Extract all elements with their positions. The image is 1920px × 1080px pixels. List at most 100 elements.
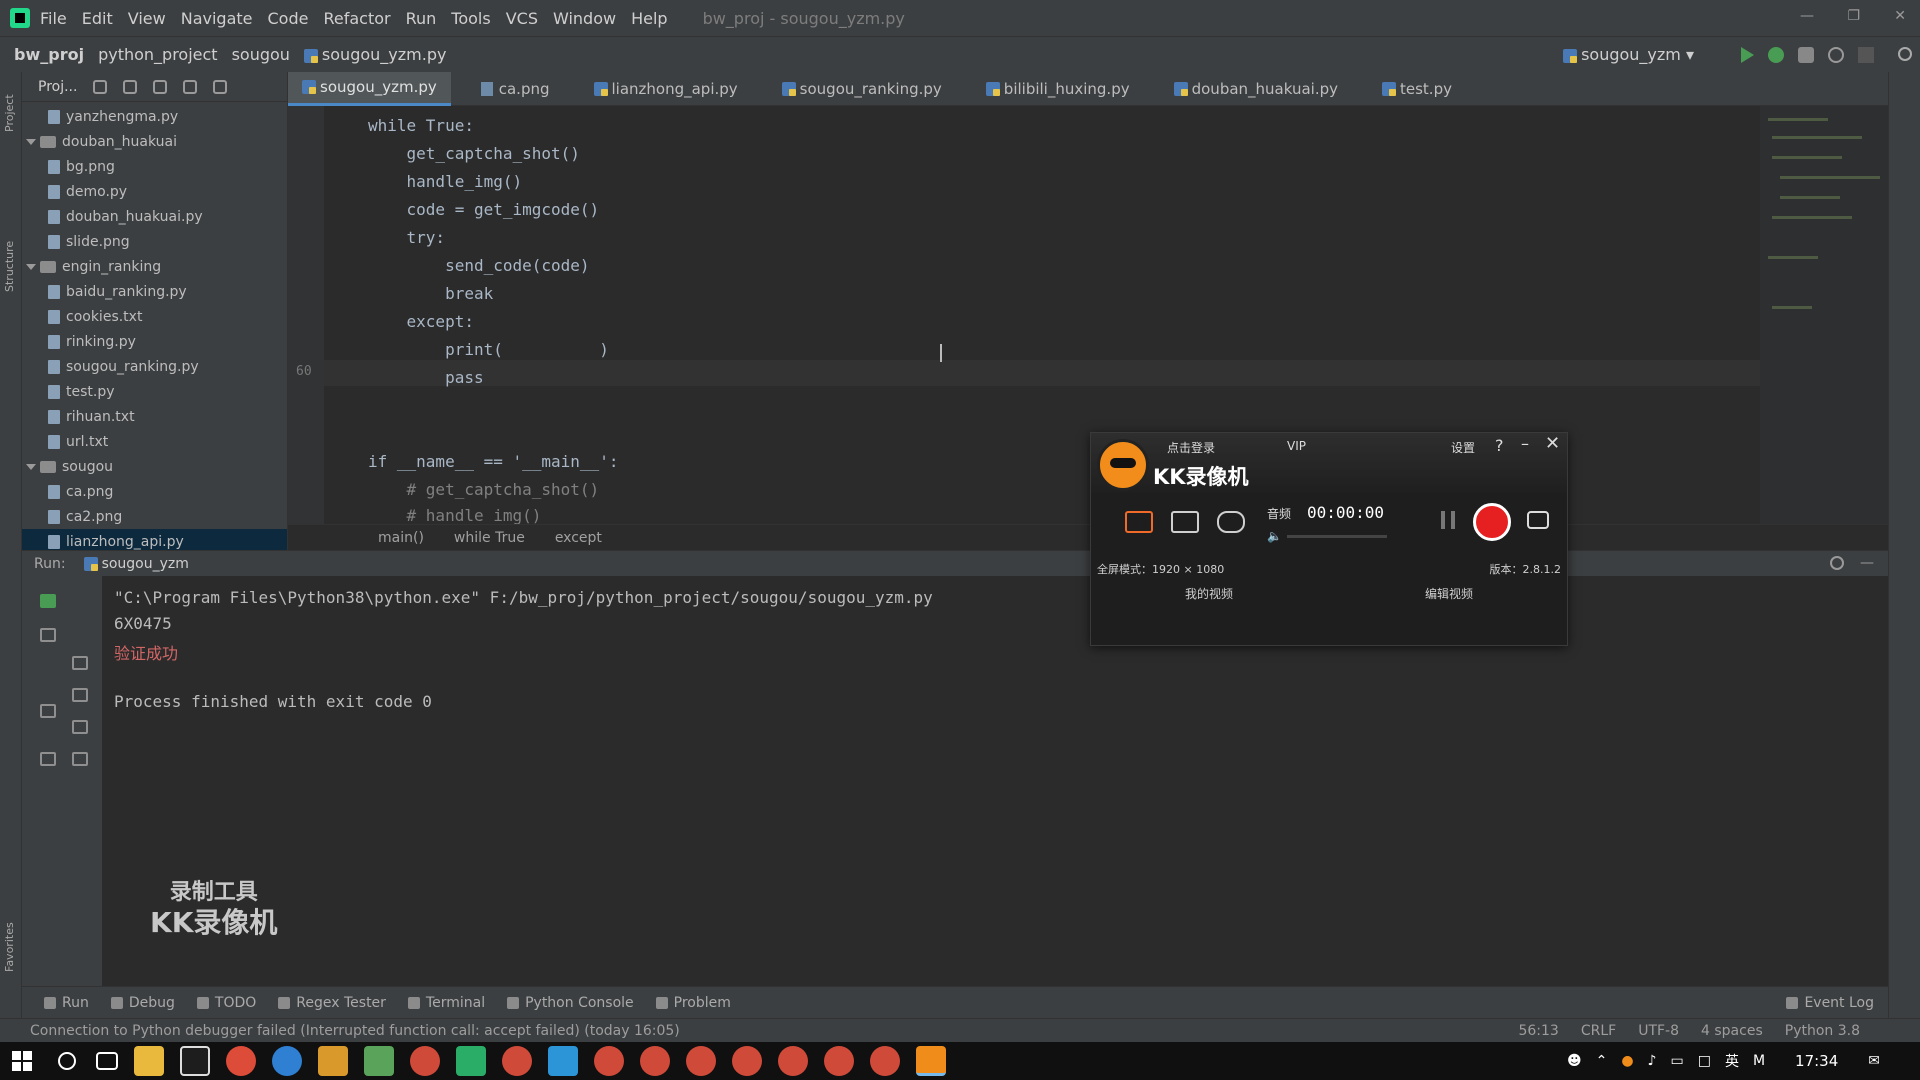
ime-language[interactable]: 英 xyxy=(1725,1051,1739,1071)
chevron-down-icon[interactable] xyxy=(26,463,36,470)
layout-icon[interactable] xyxy=(40,704,56,718)
code-editor[interactable]: 60 while True: get_captcha_shot() handle… xyxy=(288,106,1888,524)
project-tool-tab[interactable]: Project xyxy=(3,94,16,132)
tree-file[interactable]: slide.png xyxy=(22,229,287,254)
editor-tab[interactable]: bilibili_huxing.py xyxy=(972,72,1144,106)
tree-file[interactable]: yanzhengma.py xyxy=(22,104,287,129)
tree-folder[interactable]: sougou xyxy=(22,454,287,479)
gear-icon[interactable] xyxy=(1830,556,1844,570)
editor-tab[interactable]: ca.png xyxy=(467,72,564,106)
tree-file[interactable]: douban_huakuai.py xyxy=(22,204,287,229)
tool-tab-todo[interactable]: TODO xyxy=(196,995,256,1011)
structure-tool-tab[interactable]: Structure xyxy=(3,241,16,292)
run-console[interactable]: "C:\Program Files\Python38\python.exe" F… xyxy=(102,576,1888,986)
chrome-icon[interactable] xyxy=(686,1046,716,1076)
file-explorer-icon[interactable] xyxy=(134,1046,164,1076)
app-icon[interactable] xyxy=(318,1046,348,1076)
menu-refactor[interactable]: Refactor xyxy=(323,9,390,28)
cursor-position[interactable]: 56:13 xyxy=(1518,1023,1558,1039)
breadcrumb-subfolder[interactable]: sougou xyxy=(232,45,290,64)
chrome-icon[interactable] xyxy=(594,1046,624,1076)
close-icon[interactable]: ✕ xyxy=(1545,433,1560,454)
debug-icon[interactable] xyxy=(1768,47,1784,63)
collapse-all-icon[interactable] xyxy=(153,79,168,94)
menu-navigate[interactable]: Navigate xyxy=(181,9,253,28)
breadcrumb-folder[interactable]: python_project xyxy=(98,45,218,64)
battery-icon[interactable]: ▭ xyxy=(1670,1053,1683,1069)
menu-code[interactable]: Code xyxy=(268,9,309,28)
restore-icon[interactable]: ❐ xyxy=(1847,8,1860,24)
tree-file[interactable]: sougou_ranking.py xyxy=(22,354,287,379)
tree-file[interactable]: cookies.txt xyxy=(22,304,287,329)
python-interpreter[interactable]: Python 3.8 xyxy=(1785,1023,1860,1039)
edge-icon[interactable] xyxy=(272,1046,302,1076)
minimize-icon[interactable]: — xyxy=(1800,8,1814,24)
search-icon[interactable] xyxy=(1898,47,1912,61)
tree-folder[interactable]: douban_huakuai xyxy=(22,129,287,154)
speaker-icon[interactable]: 🔈 xyxy=(1267,529,1282,543)
menu-file[interactable]: File xyxy=(40,9,67,28)
status-message[interactable]: Connection to Python debugger failed (In… xyxy=(30,1023,680,1039)
tree-file[interactable]: demo.py xyxy=(22,179,287,204)
chrome-icon[interactable] xyxy=(410,1046,440,1076)
chevron-down-icon[interactable] xyxy=(26,263,36,270)
tree-file[interactable]: ca2.png xyxy=(22,504,287,529)
menu-help[interactable]: Help xyxy=(631,9,667,28)
editor-tab[interactable]: sougou_ranking.py xyxy=(768,72,956,106)
breadcrumb-except[interactable]: except xyxy=(555,530,602,546)
fullscreen-mode-icon[interactable] xyxy=(1125,511,1153,533)
tree-folder[interactable]: engin_ranking xyxy=(22,254,287,279)
close-icon[interactable]: ✕ xyxy=(1894,8,1906,24)
chevron-down-icon[interactable] xyxy=(26,138,36,145)
tree-file[interactable]: test.py xyxy=(22,379,287,404)
tool-tab-event-log[interactable]: Event Log xyxy=(1786,995,1874,1011)
kk-recorder-window[interactable]: 点击登录 VIP 设置 ? – ✕ KK录像机 音频 🔈 00:00:00 全屏… xyxy=(1090,432,1568,646)
breadcrumb-file[interactable]: sougou_yzm.py xyxy=(303,45,446,64)
kk-my-videos-link[interactable]: 我的视频 xyxy=(1185,585,1233,602)
tray-expand-icon[interactable]: ⌃ xyxy=(1596,1053,1608,1069)
editor-tab[interactable]: douban_huakuai.py xyxy=(1160,72,1352,106)
stop-icon[interactable] xyxy=(1858,47,1874,63)
menu-vcs[interactable]: VCS xyxy=(506,9,538,28)
tree-file[interactable]: bg.png xyxy=(22,154,287,179)
kk-edit-video-link[interactable]: 编辑视频 xyxy=(1425,585,1473,602)
chrome-icon[interactable] xyxy=(640,1046,670,1076)
windows-start-icon[interactable] xyxy=(12,1051,32,1071)
region-mode-icon[interactable] xyxy=(1171,511,1199,533)
kk-login-link[interactable]: 点击登录 xyxy=(1167,439,1215,456)
scroll-down-icon[interactable] xyxy=(72,688,88,702)
favorites-tool-tab[interactable]: Favorites xyxy=(3,922,16,972)
kk-settings-button[interactable]: 设置 xyxy=(1451,439,1475,456)
task-view-icon[interactable] xyxy=(96,1052,118,1070)
volume-icon[interactable]: ♪ xyxy=(1648,1053,1657,1069)
wechat-icon[interactable] xyxy=(456,1046,486,1076)
menu-edit[interactable]: Edit xyxy=(82,9,113,28)
menu-window[interactable]: Window xyxy=(553,9,616,28)
ime-mode[interactable]: M xyxy=(1753,1053,1765,1069)
kk-recorder-taskbar-icon[interactable] xyxy=(916,1046,946,1076)
line-separator[interactable]: CRLF xyxy=(1581,1023,1616,1039)
indent-setting[interactable]: 4 spaces xyxy=(1701,1023,1763,1039)
tool-tab-terminal[interactable]: Terminal xyxy=(407,995,485,1011)
run-tab[interactable]: sougou_yzm xyxy=(83,556,189,572)
print-icon[interactable] xyxy=(72,720,88,734)
chrome-icon[interactable] xyxy=(778,1046,808,1076)
camera-icon[interactable] xyxy=(1527,511,1549,529)
tool-tab-debug[interactable]: Debug xyxy=(110,995,175,1011)
pause-icon[interactable] xyxy=(1441,511,1455,529)
coverage-icon[interactable] xyxy=(1798,47,1814,63)
wrench-icon[interactable] xyxy=(40,628,56,642)
chrome-icon[interactable] xyxy=(502,1046,532,1076)
tree-file[interactable]: rinking.py xyxy=(22,329,287,354)
tool-tab-problems[interactable]: Problem xyxy=(655,995,731,1011)
project-view-selector[interactable]: Proj... xyxy=(38,79,77,95)
app-icon[interactable] xyxy=(548,1046,578,1076)
chrome-icon[interactable] xyxy=(732,1046,762,1076)
minimap[interactable] xyxy=(1760,106,1888,524)
pycharm-taskbar-icon[interactable] xyxy=(180,1046,210,1076)
chrome-icon[interactable] xyxy=(824,1046,854,1076)
run-icon[interactable] xyxy=(1741,47,1754,63)
tool-tab-python-console[interactable]: Python Console xyxy=(507,995,634,1011)
chrome-icon[interactable] xyxy=(226,1046,256,1076)
hide-panel-icon[interactable]: — xyxy=(1860,555,1874,571)
